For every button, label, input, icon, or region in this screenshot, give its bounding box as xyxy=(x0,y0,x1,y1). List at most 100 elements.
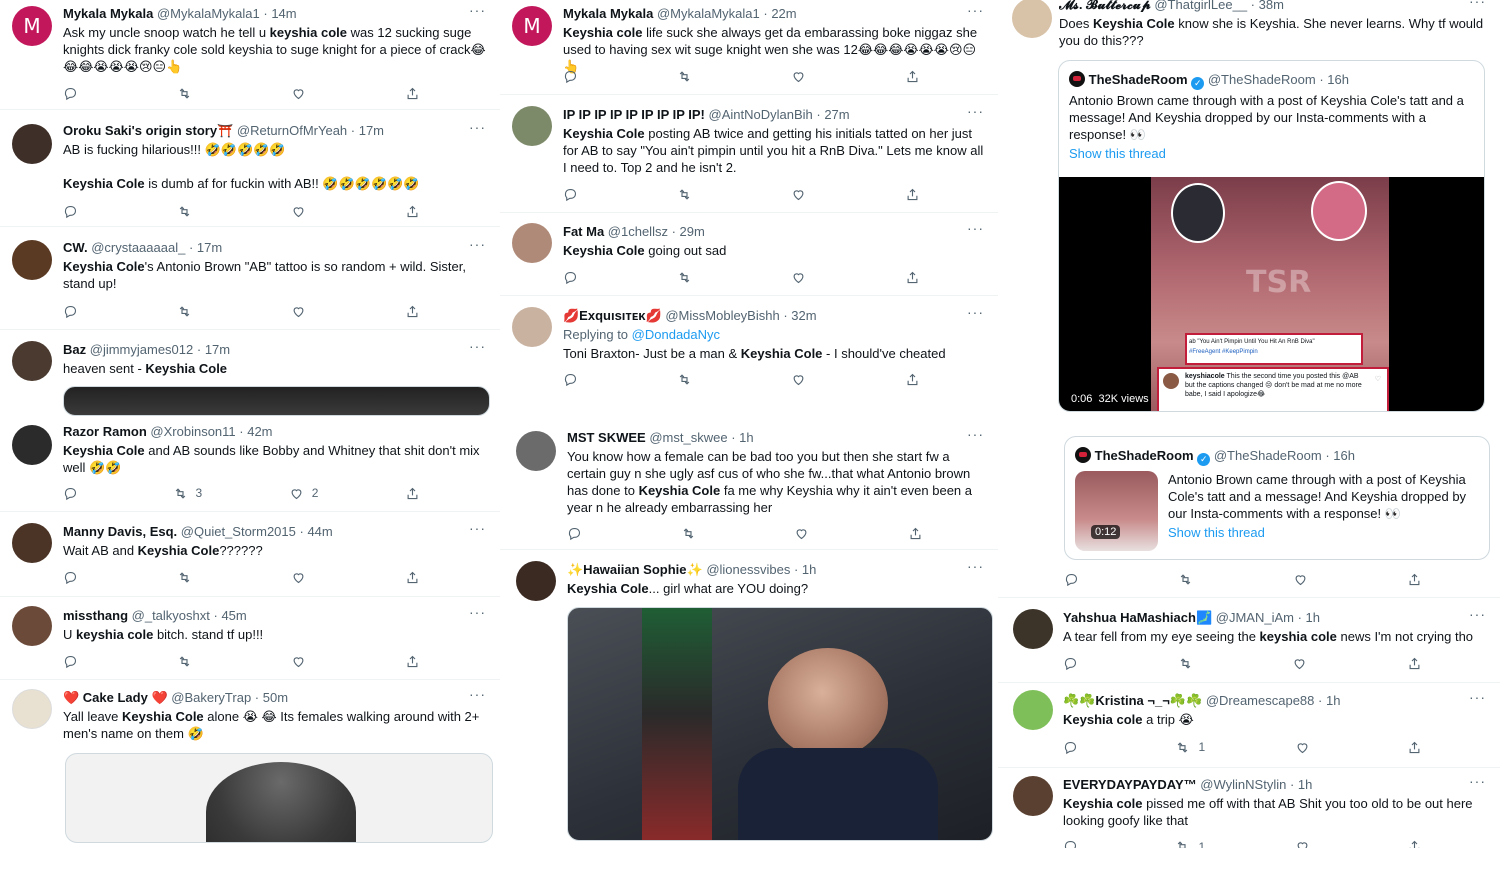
avatar[interactable] xyxy=(512,106,552,146)
display-name[interactable]: CW. xyxy=(63,240,88,255)
quoted-display-name[interactable]: TheShadeRoom xyxy=(1089,72,1188,87)
retweet-button[interactable] xyxy=(177,302,200,320)
display-name[interactable]: Razor Ramon xyxy=(63,424,147,439)
more-options-icon[interactable]: ··· xyxy=(1469,0,1486,9)
tweet-image[interactable] xyxy=(63,386,490,416)
avatar[interactable] xyxy=(1013,776,1053,816)
timestamp[interactable]: 17m xyxy=(205,342,230,357)
like-button[interactable]: 2 xyxy=(289,484,318,502)
avatar[interactable] xyxy=(12,341,52,381)
tweet[interactable]: 0:12 TheShadeRoom ✓ @TheShadeRoom · 16h … xyxy=(998,433,1500,598)
show-thread-link[interactable]: Show this thread xyxy=(1069,145,1474,162)
timestamp[interactable]: 38m xyxy=(1259,0,1284,12)
reply-button[interactable] xyxy=(63,202,86,220)
avatar[interactable] xyxy=(1013,690,1053,730)
tweet[interactable]: ❤️ Cake Lady ❤️ @BakeryTrap · 50m ··· Ya… xyxy=(0,681,500,891)
reply-button[interactable] xyxy=(563,370,586,388)
reply-button[interactable] xyxy=(63,302,86,320)
more-options-icon[interactable]: ··· xyxy=(469,520,486,536)
share-button[interactable] xyxy=(1407,839,1422,848)
tweet[interactable]: ☘️☘️Kristina ¬_¬☘️☘️ @Dreamescape88 · 1h… xyxy=(998,684,1500,768)
more-options-icon[interactable]: ··· xyxy=(967,304,984,320)
handle[interactable]: @mst_skwee xyxy=(649,430,727,445)
tweet[interactable]: Fat Ma @1chellsz · 29m ··· Keyshia Cole … xyxy=(500,214,998,296)
retweet-button[interactable]: 1 xyxy=(1175,738,1205,756)
more-options-icon[interactable]: ··· xyxy=(1469,606,1486,622)
tweet[interactable]: 💋Exquısıᴛᴇκ💋 @MissMobleyBishh · 32m ··· … xyxy=(500,297,998,397)
more-options-icon[interactable]: ··· xyxy=(967,426,984,442)
retweet-button[interactable] xyxy=(1178,654,1201,672)
avatar[interactable] xyxy=(516,561,556,601)
like-button[interactable] xyxy=(794,524,817,542)
like-button[interactable] xyxy=(791,185,814,203)
handle[interactable]: @WylinNStylin xyxy=(1200,777,1286,792)
reply-button[interactable] xyxy=(63,568,86,586)
more-options-icon[interactable]: ··· xyxy=(469,604,486,620)
tweet[interactable]: Razor Ramon @Xrobinson11 · 42m Keyshia C… xyxy=(0,420,500,512)
show-thread-link[interactable]: Show this thread xyxy=(1168,524,1479,541)
more-options-icon[interactable]: ··· xyxy=(1469,773,1486,789)
avatar[interactable] xyxy=(512,307,552,347)
avatar[interactable] xyxy=(1013,609,1053,649)
handle[interactable]: @Quiet_Storm2015 xyxy=(181,524,296,539)
more-options-icon[interactable]: ··· xyxy=(469,2,486,18)
timestamp[interactable]: 32m xyxy=(791,308,816,323)
share-button[interactable] xyxy=(405,302,420,320)
share-button[interactable] xyxy=(405,652,420,670)
timestamp[interactable]: 1h xyxy=(1326,693,1340,708)
like-button[interactable] xyxy=(791,268,814,286)
handle[interactable]: @JMAN_iAm xyxy=(1216,610,1294,625)
timestamp[interactable]: 22m xyxy=(771,6,796,21)
tweet[interactable]: missthang @_talkyoshxt · 45m ··· U keysh… xyxy=(0,598,500,680)
display-name[interactable]: Mykala Mykala xyxy=(563,6,653,21)
reply-button[interactable] xyxy=(563,185,586,203)
timestamp[interactable]: 27m xyxy=(824,107,849,122)
share-button[interactable] xyxy=(908,524,923,542)
retweet-button[interactable] xyxy=(681,524,704,542)
display-name[interactable]: 💋Exquısıᴛᴇκ💋 xyxy=(563,308,662,323)
reply-button[interactable] xyxy=(63,652,86,670)
timestamp[interactable]: 17m xyxy=(359,123,384,138)
handle[interactable]: @MykalaMykala1 xyxy=(657,6,760,21)
like-button[interactable] xyxy=(1295,839,1318,848)
display-name[interactable]: Oroku Saki's origin story⛩️ xyxy=(63,123,233,138)
more-options-icon[interactable]: ··· xyxy=(967,2,984,18)
like-button[interactable] xyxy=(291,652,314,670)
timestamp[interactable]: 1h xyxy=(739,430,753,445)
share-button[interactable] xyxy=(1407,570,1422,588)
timestamp[interactable]: 17m xyxy=(197,240,222,255)
share-button[interactable] xyxy=(405,484,420,502)
display-name[interactable]: ❤️ Cake Lady ❤️ xyxy=(63,690,168,705)
share-button[interactable] xyxy=(1407,654,1422,672)
timestamp[interactable]: 50m xyxy=(263,690,288,705)
avatar[interactable] xyxy=(12,606,52,646)
retweet-button[interactable]: 1 xyxy=(1175,839,1205,848)
share-button[interactable] xyxy=(405,202,420,220)
more-options-icon[interactable]: ··· xyxy=(1469,689,1486,705)
reply-button[interactable] xyxy=(563,67,586,85)
like-button[interactable] xyxy=(1295,738,1318,756)
tweet[interactable]: 𝓜𝓼. 𝓑𝓾𝓽𝓽𝓮𝓻𝓬𝓾𝓹 @ThatgirlLee__ · 38m ··· D… xyxy=(998,0,1500,432)
more-options-icon[interactable]: ··· xyxy=(967,103,984,119)
display-name[interactable]: Manny Davis, Esq. xyxy=(63,524,177,539)
timestamp[interactable]: 45m xyxy=(221,608,246,623)
quoted-timestamp[interactable]: 16h xyxy=(1333,448,1355,463)
display-name[interactable]: IP IP IP IP IP IP IP IP IP! xyxy=(563,107,705,122)
tweet[interactable]: M Mykala Mykala @MykalaMykala1 · 22m ···… xyxy=(500,0,998,95)
display-name[interactable]: missthang xyxy=(63,608,128,623)
like-button[interactable] xyxy=(791,67,814,85)
reply-button[interactable] xyxy=(1063,654,1086,672)
more-options-icon[interactable]: ··· xyxy=(469,236,486,252)
tweet[interactable]: IP IP IP IP IP IP IP IP IP! @AintNoDylan… xyxy=(500,96,998,213)
share-button[interactable] xyxy=(905,185,920,203)
like-button[interactable] xyxy=(291,302,314,320)
timestamp[interactable]: 1h xyxy=(1298,777,1312,792)
tweet[interactable]: ✨Hawaiian Sophie✨ @lionessvibes · 1h ···… xyxy=(500,551,998,891)
handle[interactable]: @1chellsz xyxy=(608,224,668,239)
timestamp[interactable]: 44m xyxy=(307,524,332,539)
avatar[interactable] xyxy=(1012,0,1052,38)
more-options-icon[interactable]: ··· xyxy=(967,558,984,574)
tweet[interactable]: CW. @crystaaaaaal_ · 17m ··· Keyshia Col… xyxy=(0,228,500,330)
retweet-button[interactable] xyxy=(677,185,700,203)
reply-button[interactable] xyxy=(563,268,586,286)
